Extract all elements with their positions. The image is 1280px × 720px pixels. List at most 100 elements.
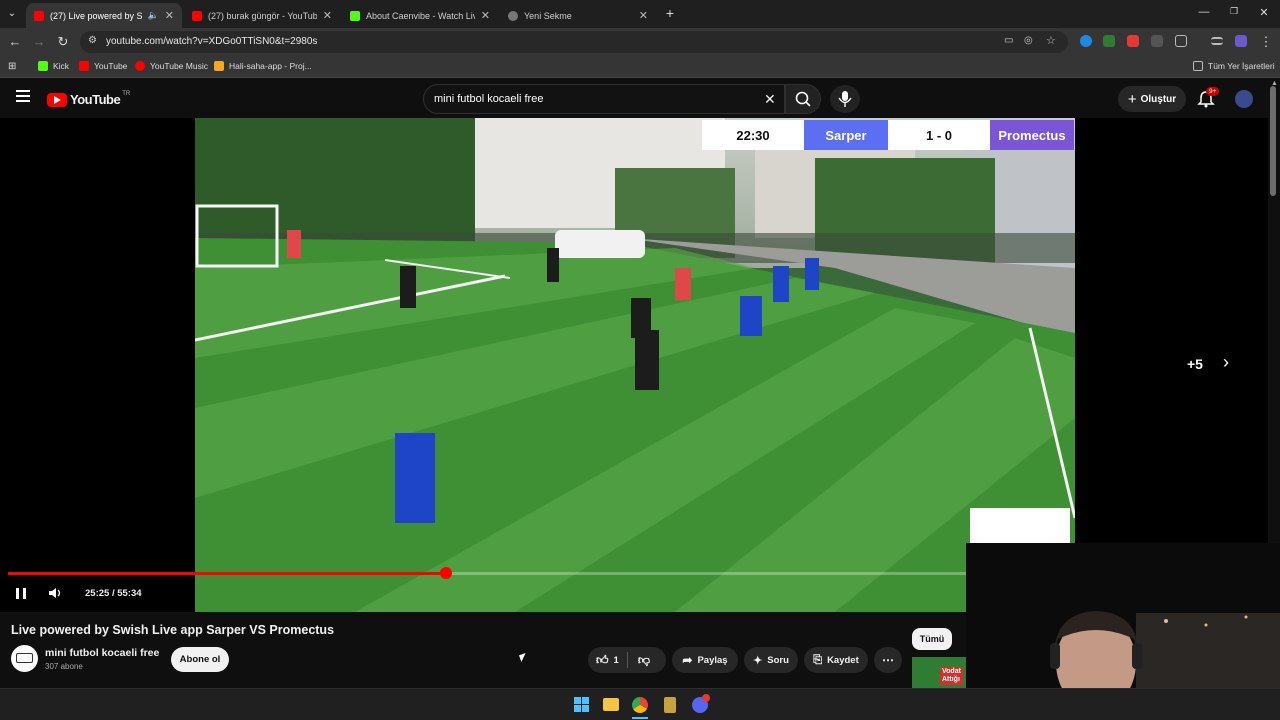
tab-0[interactable]: (27) Live powered by Swish 🔈 ✕	[26, 3, 182, 28]
chip-all[interactable]: Tümü	[912, 628, 952, 650]
bookmark-label: YouTube	[94, 61, 128, 71]
search-box[interactable]: mini futbol kocaeli free ✕	[423, 84, 785, 114]
app-icon[interactable]	[664, 697, 676, 713]
create-button[interactable]: + Oluştur	[1118, 86, 1186, 112]
forward-icon[interactable]: →	[31, 34, 47, 50]
bookmark-icon: ⎘	[813, 653, 823, 666]
cast-icon[interactable]: ▭	[1004, 35, 1013, 46]
hamburger-menu-icon[interactable]	[16, 90, 30, 102]
extension-icon[interactable]	[1151, 35, 1163, 47]
new-tab-icon[interactable]: +	[662, 5, 678, 21]
bookmark-star-icon[interactable]: ☆	[1046, 34, 1056, 47]
tab-1[interactable]: (27) burak güngör - YouTube ✕	[184, 3, 340, 28]
webcam-overlay	[966, 543, 1280, 688]
speaker-icon[interactable]: 🔈	[148, 10, 159, 21]
page-scrollbar[interactable]	[1270, 86, 1276, 196]
close-tab-icon[interactable]: ✕	[165, 9, 174, 22]
search-input[interactable]: mini futbol kocaeli free	[434, 93, 543, 105]
thumbnail-caption: Vodat Attığı	[940, 667, 963, 685]
profile-icon[interactable]	[1235, 35, 1247, 47]
close-tab-icon[interactable]: ✕	[323, 9, 332, 22]
tab-search-icon[interactable]: ⌄	[4, 6, 20, 22]
volume-icon	[49, 588, 61, 598]
subscribe-button[interactable]: Abone ol	[171, 647, 229, 672]
video-title: Live powered by Swish Live app Sarper VS…	[11, 623, 335, 637]
notifications-button[interactable]: 9+	[1197, 87, 1220, 113]
progress-bar[interactable]	[8, 567, 966, 579]
url-text[interactable]: youtube.com/watch?v=XDGo0TTiSN0&t=2980s	[106, 36, 317, 47]
youtube-logo[interactable]: YouTube TR	[47, 90, 131, 107]
reload-icon[interactable]: ↻	[55, 34, 71, 50]
ask-label: Soru	[767, 654, 789, 666]
extensions-puzzle-icon[interactable]	[1175, 35, 1187, 47]
tab-3[interactable]: Yeni Sekme ✕	[500, 3, 656, 28]
dislike-icon[interactable]: 👎︎	[638, 653, 650, 668]
channel-name[interactable]: mini futbol kocaeli free	[45, 647, 159, 659]
browser-toolbar: ← → ↻ ⚙ youtube.com/watch?v=XDGo0TTiSN0&…	[0, 28, 1280, 56]
youtube-icon	[79, 61, 89, 71]
reading-list-icon[interactable]	[1211, 37, 1223, 45]
pause-icon	[16, 588, 26, 599]
more-videos-count[interactable]: +5	[1187, 356, 1203, 372]
like-count[interactable]: 1	[614, 655, 619, 666]
search-button[interactable]	[785, 84, 821, 114]
ask-button[interactable]: ✦ Soru	[744, 647, 798, 673]
like-icon[interactable]: 👍︎	[596, 653, 609, 668]
volume-button[interactable]	[48, 586, 62, 605]
extension-icon[interactable]	[1103, 35, 1115, 47]
create-label: Oluştur	[1140, 93, 1177, 105]
bookmark-youtube[interactable]: YouTube	[79, 61, 127, 71]
clear-search-icon[interactable]: ✕	[764, 91, 776, 108]
pause-button[interactable]	[15, 587, 27, 605]
all-bookmarks[interactable]: Tüm Yer İşaretleri	[1193, 61, 1275, 71]
current-time: 25:25	[85, 588, 110, 599]
microphone-icon	[838, 91, 852, 107]
site-info-icon[interactable]: ⚙	[88, 35, 97, 46]
tab-2[interactable]: About Caenvibe - Watch Live o ✕	[342, 3, 498, 28]
bookmark-label: Kick	[53, 61, 70, 71]
chrome-taskbar-icon[interactable]	[632, 697, 648, 713]
share-button[interactable]: ➦ Paylaş	[672, 647, 738, 673]
webcam-feed	[966, 543, 1280, 688]
video-frame[interactable]	[195, 118, 1075, 612]
bookmarks-bar: ⊞ Kick YouTube YouTube Music Hali-saha-a…	[0, 56, 1280, 78]
extension-icon[interactable]	[1080, 35, 1092, 47]
apps-grid-icon[interactable]: ⊞	[8, 61, 16, 72]
chrome-menu-icon[interactable]: ⋮	[1258, 34, 1274, 50]
address-bar[interactable]: ⚙ youtube.com/watch?v=XDGo0TTiSN0&t=2980…	[80, 31, 1068, 53]
save-button[interactable]: ⎘ Kaydet	[804, 647, 868, 673]
window-close-icon[interactable]: ✕	[1254, 6, 1274, 19]
voice-search-button[interactable]	[830, 85, 860, 113]
share-label: Paylaş	[697, 654, 728, 666]
more-horizontal-icon: ⋯	[882, 653, 894, 667]
search-icon	[795, 91, 811, 107]
score: 1 - 0	[888, 120, 990, 150]
channel-avatar[interactable]	[11, 645, 38, 672]
bookmark-hali-saha[interactable]: Hali-saha-app - Proj...	[214, 61, 312, 71]
youtube-favicon-icon	[34, 10, 44, 21]
close-tab-icon[interactable]: ✕	[639, 9, 648, 22]
youtube-wordmark: YouTube	[70, 92, 121, 107]
scroll-up-icon[interactable]: ▲	[1271, 80, 1278, 87]
related-thumbnail[interactable]: Vodat Attığı	[912, 657, 966, 688]
eye-off-icon[interactable]: ◎	[1024, 35, 1033, 46]
more-actions-button[interactable]: ⋯	[874, 647, 902, 673]
back-icon[interactable]: ←	[7, 34, 23, 50]
windows-start-icon[interactable]	[574, 697, 589, 712]
restore-icon[interactable]: ❐	[1224, 6, 1244, 17]
close-tab-icon[interactable]: ✕	[481, 9, 490, 22]
bookmark-kick[interactable]: Kick	[38, 61, 69, 71]
region-code: TR	[122, 90, 131, 97]
account-avatar[interactable]	[1235, 90, 1253, 108]
file-explorer-icon[interactable]	[603, 698, 619, 711]
player-controls: 25:25 / 55:34	[0, 582, 966, 606]
bookmark-youtube-music[interactable]: YouTube Music	[135, 61, 208, 71]
notification-badge: 9+	[1206, 87, 1220, 96]
adblock-icon[interactable]	[1127, 35, 1139, 47]
scoreboard-overlay: 22:30 Sarper 1 - 0 Promectus	[702, 120, 1074, 150]
video-scene	[195, 118, 1075, 612]
minimize-icon[interactable]: —	[1194, 6, 1214, 18]
folder-icon	[1193, 61, 1203, 71]
chevron-right-icon[interactable]: ›	[1223, 352, 1229, 373]
like-dislike-group: 👍︎ 1 👎︎	[588, 647, 666, 673]
